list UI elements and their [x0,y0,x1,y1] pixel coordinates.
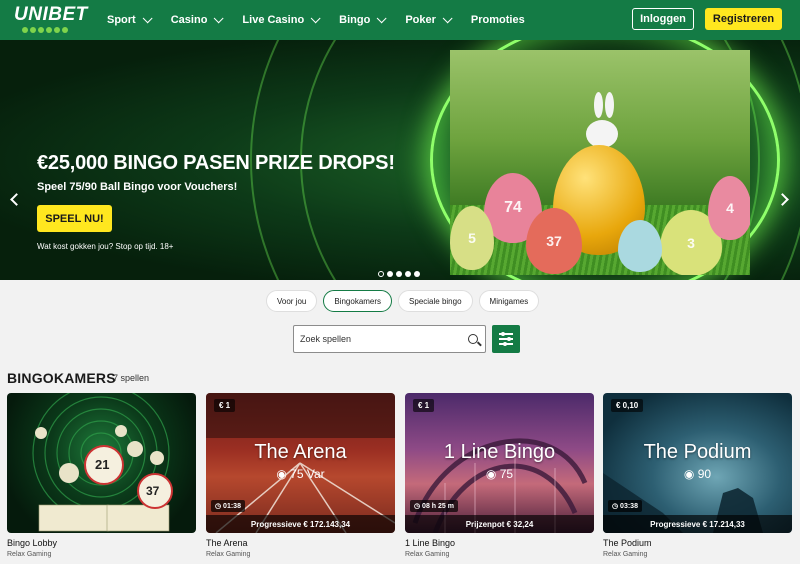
ball-type: ◉ 75 [485,467,514,481]
tab-voor-jou[interactable]: Voor jou [266,290,318,312]
bingo-lobby-image: 21 37 [7,393,196,533]
jackpot-bar: Progressieve € 17.214,33 [603,515,792,533]
game-card-bingo-lobby[interactable]: 21 37 [7,393,196,533]
game-card-the-podium[interactable]: € 0,10 The Podium ◉ 90 ◷ 03:38 Progressi… [603,393,792,533]
chevron-down-icon [377,12,387,23]
hero-banner[interactable]: 74 37 3 4 5 €25,000 BINGO PASEN PRIZE DR… [0,40,800,280]
category-tabs: Voor jou Bingokamers Speciale bingo Mini… [266,290,540,312]
filter-button[interactable] [492,325,520,353]
countdown-timer: ◷ 03:38 [608,500,642,512]
chevron-down-icon [310,12,321,23]
tab-speciale-bingo[interactable]: Speciale bingo [398,290,473,312]
search-icon[interactable] [468,334,478,344]
carousel-dot[interactable] [378,271,384,277]
game-title-overlay: The Arena [254,441,347,463]
game-provider: Relax Gaming [206,551,251,558]
play-now-button[interactable]: SPEEL NU! [37,205,112,232]
chevron-down-icon [442,12,453,23]
carousel-dots [378,271,420,277]
unibet-logo[interactable]: UNIBET [14,5,88,35]
game-title-overlay: 1 Line Bingo [443,441,556,463]
hero-title: €25,000 BINGO PASEN PRIZE DROPS! [37,152,395,174]
stake-badge: € 1 [214,399,236,412]
responsible-gaming-note: Wat kost gokken jou? Stop op tijd. 18+ [37,242,174,251]
menu-item-casino[interactable]: Casino [171,12,224,26]
carousel-dot[interactable] [414,271,420,277]
logo-dots [22,27,88,33]
bunny-ear [605,92,614,118]
jackpot-bar: Prijzenpot € 32,24 [405,515,594,533]
countdown-timer: ◷ 01:38 [211,500,245,512]
ball-type: ◉ 90 [683,467,712,481]
menu-item-promoties[interactable]: Promoties [471,14,525,26]
game-card-1-line-bingo[interactable]: € 1 1 Line Bingo ◉ 75 ◷ 08 h 25 m Prijze… [405,393,594,533]
game-provider: Relax Gaming [405,551,450,558]
menu-item-poker[interactable]: Poker [405,12,453,26]
top-nav: UNIBET Sport Casino Live Casino Bingo Po… [0,0,800,40]
menu-item-sport[interactable]: Sport [107,12,153,26]
stake-badge: € 1 [413,399,435,412]
main-menu: Sport Casino Live Casino Bingo Poker Pro… [107,0,547,40]
egg-blue [618,220,662,272]
carousel-dot[interactable] [387,271,393,277]
tab-bingokamers[interactable]: Bingokamers [323,290,393,312]
search-placeholder: Zoek spellen [300,334,352,344]
game-card-the-arena[interactable]: € 1 The Arena ◉ 75 Var ◷ 01:38 Progressi… [206,393,395,533]
ball-type: ◉ 75 Var [276,467,325,481]
ball-37: 37 [146,484,160,498]
login-button[interactable]: Inloggen [632,8,694,30]
game-name[interactable]: Bingo Lobby [7,538,57,548]
carousel-dot[interactable] [396,271,402,277]
countdown-timer: ◷ 08 h 25 m [410,500,458,512]
jackpot-bar: Progressieve € 172.143,34 [206,515,395,533]
hero-subtitle: Speel 75/90 Ball Bingo voor Vouchers! [37,181,238,193]
chevron-down-icon [214,12,224,23]
game-title-overlay: The Podium [643,441,752,463]
game-name[interactable]: The Podium [603,538,652,548]
register-button[interactable]: Registreren [705,8,782,30]
bunny-ear [594,92,603,118]
tab-minigames[interactable]: Minigames [478,290,540,312]
game-name[interactable]: The Arena [206,538,248,548]
bunny [586,120,618,148]
section-title: BINGOKAMERS [7,370,116,386]
chevron-down-icon [142,12,153,23]
ball-21: 21 [95,457,110,472]
egg-4: 4 [708,176,750,240]
easter-scene-image: 74 37 3 4 5 [450,50,750,275]
stake-badge: € 0,10 [611,399,644,412]
game-provider: Relax Gaming [603,551,648,558]
carousel-dot[interactable] [405,271,411,277]
section-count: 7 spellen [113,373,150,383]
search-input[interactable]: Zoek spellen [293,325,486,353]
menu-item-bingo[interactable]: Bingo [339,12,387,26]
game-provider: Relax Gaming [7,551,52,558]
game-name[interactable]: 1 Line Bingo [405,538,455,548]
logo-text: UNIBET [14,4,88,25]
menu-item-live-casino[interactable]: Live Casino [242,12,321,26]
